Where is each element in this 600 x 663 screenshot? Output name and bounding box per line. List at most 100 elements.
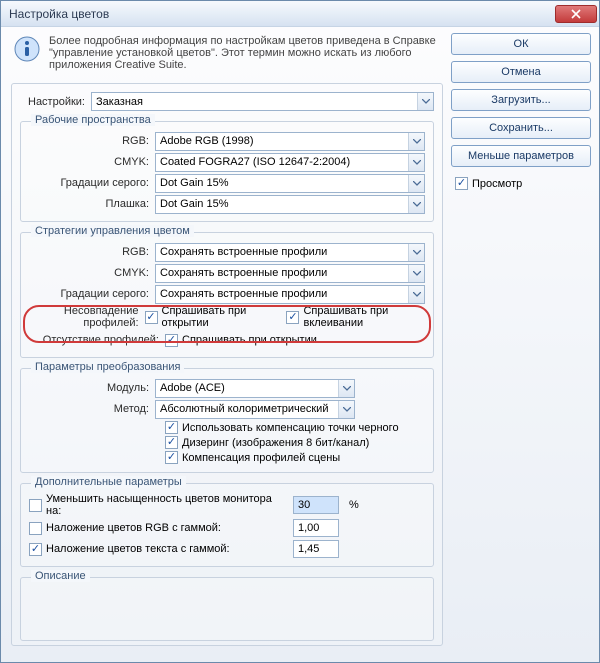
desat-value: 30 [298,499,310,511]
spot-value: Dot Gain 15% [160,198,228,210]
pol-gray-label: Градации серого: [29,288,149,300]
advanced-legend: Дополнительные параметры [31,476,186,488]
titlebar: Настройка цветов [1,1,599,27]
engine-value: Adobe (ACE) [160,382,225,394]
intent-label: Метод: [29,403,149,415]
desat-input[interactable]: 30 [293,496,339,514]
chevron-down-icon [408,154,424,171]
blend-rgb-value: 1,00 [298,522,319,534]
cmyk-value: Coated FOGRA27 (ISO 12647-2:2004) [160,156,350,168]
checkbox-icon [165,451,178,464]
load-button[interactable]: Загрузить... [451,89,591,111]
gray-label: Градации серого: [29,177,149,189]
load-label: Загрузить... [491,94,550,106]
pol-gray-value: Сохранять встроенные профили [160,288,327,300]
rgb-select[interactable]: Adobe RGB (1998) [155,132,425,151]
desat-check[interactable]: Уменьшить насыщенность цветов монитора н… [29,493,287,517]
checkbox-icon [145,311,158,324]
ask-open2-label: Спрашивать при открытии [182,334,317,346]
close-button[interactable] [555,5,597,23]
color-settings-dialog: Настройка цветов Более подробная информа… [0,0,600,663]
dither-label: Дизеринг (изображения 8 бит/канал) [182,437,369,449]
ok-button[interactable]: ОК [451,33,591,55]
engine-label: Модуль: [29,382,149,394]
chevron-down-icon [408,133,424,150]
preview-check[interactable]: Просмотр [451,177,591,190]
chevron-down-icon [417,93,433,110]
blend-rgb-input[interactable]: 1,00 [293,519,339,537]
preview-label: Просмотр [472,178,522,190]
bpc-check[interactable]: Использовать компенсацию точки черного [165,421,425,434]
blend-rgb-check[interactable]: Наложение цветов RGB с гаммой: [29,522,287,535]
missing-label: Отсутствие профилей: [29,334,159,346]
window-title: Настройка цветов [9,7,555,21]
fewer-options-button[interactable]: Меньше параметров [451,145,591,167]
pol-rgb-select[interactable]: Сохранять встроенные профили [155,243,425,262]
cancel-button[interactable]: Отмена [451,61,591,83]
info-block: Более подробная информация по настройкам… [11,33,443,73]
blend-rgb-label: Наложение цветов RGB с гаммой: [46,522,221,534]
workspaces-legend: Рабочие пространства [31,114,155,126]
checkbox-icon [286,311,299,324]
percent-label: % [349,499,359,511]
settings-value: Заказная [96,96,143,108]
blend-text-input[interactable]: 1,45 [293,540,339,558]
cmyk-select[interactable]: Coated FOGRA27 (ISO 12647-2:2004) [155,153,425,172]
save-button[interactable]: Сохранить... [451,117,591,139]
ask-open-label: Спрашивать при открытии [162,305,273,329]
ask-paste-label: Спрашивать при вклеивании [303,305,425,329]
checkbox-icon [29,522,42,535]
spot-label: Плашка: [29,198,149,210]
checkbox-icon [165,436,178,449]
pol-cmyk-label: CMYK: [29,267,149,279]
ask-open2-check[interactable]: Спрашивать при открытии [165,334,317,347]
blend-text-value: 1,45 [298,543,319,555]
chevron-down-icon [338,401,354,418]
chevron-down-icon [408,175,424,192]
workspaces-group: Рабочие пространства RGB: Adobe RGB (199… [20,121,434,222]
pol-cmyk-value: Сохранять встроенные профили [160,267,327,279]
pol-gray-select[interactable]: Сохранять встроенные профили [155,285,425,304]
cancel-label: Отмена [501,66,540,78]
info-text: Более подробная информация по настройкам… [49,35,439,71]
advanced-group: Дополнительные параметры Уменьшить насыщ… [20,483,434,567]
spot-select[interactable]: Dot Gain 15% [155,195,425,214]
cmyk-label: CMYK: [29,156,149,168]
intent-select[interactable]: Абсолютный колориметрический [155,400,355,419]
ask-paste-check[interactable]: Спрашивать при вклеивании [286,305,425,329]
save-label: Сохранить... [489,122,553,134]
gray-value: Dot Gain 15% [160,177,228,189]
scene-label: Компенсация профилей сцены [182,452,340,464]
checkbox-icon [165,334,178,347]
scene-check[interactable]: Компенсация профилей сцены [165,451,425,464]
settings-select[interactable]: Заказная [91,92,434,111]
bpc-label: Использовать компенсацию точки черного [182,422,399,434]
chevron-down-icon [408,244,424,261]
settings-group: Настройки: Заказная Рабочие пространства… [11,83,443,646]
rgb-value: Adobe RGB (1998) [160,135,254,147]
info-icon [13,35,41,63]
pol-cmyk-select[interactable]: Сохранять встроенные профили [155,264,425,283]
chevron-down-icon [408,265,424,282]
chevron-down-icon [408,196,424,213]
conversion-legend: Параметры преобразования [31,361,184,373]
checkbox-icon [165,421,178,434]
engine-select[interactable]: Adobe (ACE) [155,379,355,398]
ask-open-check[interactable]: Спрашивать при открытии [145,305,273,329]
pol-rgb-value: Сохранять встроенные профили [160,246,327,258]
mismatch-label: Несовпадение профилей: [29,305,139,329]
ok-label: ОК [514,38,529,50]
gray-select[interactable]: Dot Gain 15% [155,174,425,193]
description-legend: Описание [31,570,90,582]
dither-check[interactable]: Дизеринг (изображения 8 бит/канал) [165,436,425,449]
blend-text-label: Наложение цветов текста с гаммой: [46,543,230,555]
checkbox-icon [29,499,42,512]
settings-label: Настройки: [28,96,85,108]
checkbox-icon [455,177,468,190]
description-group: Описание [20,577,434,641]
desat-label: Уменьшить насыщенность цветов монитора н… [46,493,287,517]
blend-text-check[interactable]: Наложение цветов текста с гаммой: [29,543,287,556]
close-icon [571,9,581,19]
intent-value: Абсолютный колориметрический [160,403,328,415]
chevron-down-icon [408,286,424,303]
